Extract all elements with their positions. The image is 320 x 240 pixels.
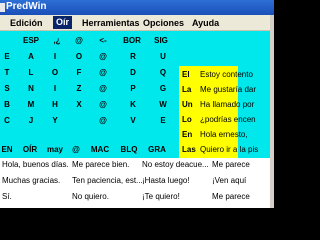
- menu-bar: Edición Oír Herramientas Opciones Ayuda: [0, 15, 274, 31]
- key-blq[interactable]: BLQ: [118, 143, 140, 156]
- phrase-quiero-ir[interactable]: Quiero ir a la pis: [200, 143, 258, 156]
- key-n[interactable]: N: [24, 82, 38, 95]
- key-z[interactable]: Z: [72, 82, 86, 95]
- phrase-cell[interactable]: Me parece: [212, 159, 250, 171]
- menu-opciones[interactable]: Opciones: [143, 17, 184, 29]
- key-esp[interactable]: ESP: [20, 34, 42, 47]
- phrase-cell[interactable]: Sí.: [2, 191, 12, 203]
- key-a[interactable]: A: [24, 50, 38, 63]
- word-en[interactable]: En: [182, 128, 192, 141]
- key-w[interactable]: W: [156, 98, 170, 111]
- phrase-table: Hola, buenos días. Me parece bien. No es…: [0, 158, 274, 208]
- key-q[interactable]: Q: [156, 66, 170, 79]
- phrase-cell[interactable]: ¡Ven aquí: [212, 175, 246, 187]
- key-at[interactable]: @: [70, 143, 82, 156]
- app-icon: [0, 3, 5, 12]
- phrase-cell[interactable]: ¡Te quiero!: [142, 191, 180, 203]
- key-c[interactable]: C: [0, 114, 14, 127]
- phrase-hola-ernesto[interactable]: Hola ernesto,: [200, 128, 248, 141]
- key-backspace[interactable]: <-: [96, 34, 110, 47]
- key-d[interactable]: D: [126, 66, 140, 79]
- phrase-cell[interactable]: No estoy deacue...: [142, 159, 209, 171]
- word-lo[interactable]: Lo: [182, 113, 192, 126]
- phrase-cell[interactable]: Muchas gracias.: [2, 175, 60, 187]
- key-sig[interactable]: SIG: [150, 34, 172, 47]
- word-la[interactable]: La: [182, 83, 191, 96]
- key-u[interactable]: U: [156, 50, 170, 63]
- key-o[interactable]: O: [72, 50, 86, 63]
- key-may[interactable]: may: [46, 143, 64, 156]
- key-at[interactable]: @: [96, 114, 110, 127]
- phrase-cell[interactable]: Me parece bien.: [72, 159, 129, 171]
- key-at[interactable]: @: [96, 82, 110, 95]
- key-r[interactable]: R: [126, 50, 140, 63]
- key-en[interactable]: EN: [0, 143, 14, 156]
- key-mac[interactable]: MAC: [88, 143, 112, 156]
- key-b[interactable]: B: [0, 98, 14, 111]
- title-bar: PredWin: [0, 0, 274, 15]
- key-p[interactable]: P: [126, 82, 140, 95]
- word-el[interactable]: El: [182, 68, 190, 81]
- key-o2[interactable]: O: [48, 66, 62, 79]
- key-h[interactable]: H: [48, 98, 62, 111]
- key-bor[interactable]: BOR: [120, 34, 144, 47]
- menu-edicion[interactable]: Edición: [10, 17, 43, 29]
- phrase-cell[interactable]: No quiero.: [72, 191, 109, 203]
- word-las[interactable]: Las: [182, 143, 196, 156]
- phrase-me-gustaria[interactable]: Me gustaría dar: [200, 83, 256, 96]
- menu-oir[interactable]: Oír: [53, 16, 73, 29]
- key-gra[interactable]: GRA: [146, 143, 168, 156]
- menu-herramientas[interactable]: Herramientas: [82, 17, 140, 29]
- key-e2[interactable]: E: [156, 114, 170, 127]
- key-k[interactable]: K: [126, 98, 140, 111]
- key-m[interactable]: M: [24, 98, 38, 111]
- key-punct[interactable]: ,¿: [48, 34, 66, 47]
- key-i2[interactable]: I: [48, 82, 62, 95]
- key-s[interactable]: S: [0, 82, 14, 95]
- key-at[interactable]: @: [96, 66, 110, 79]
- key-i[interactable]: I: [48, 50, 62, 63]
- key-y[interactable]: Y: [48, 114, 62, 127]
- phrase-podrias[interactable]: ¿podrías encen: [200, 113, 256, 126]
- key-j[interactable]: J: [24, 114, 38, 127]
- key-oir[interactable]: OÍR: [20, 143, 40, 156]
- window-title: PredWin: [6, 1, 47, 12]
- phrase-cell[interactable]: Hola, buenos días.: [2, 159, 69, 171]
- menu-ayuda[interactable]: Ayuda: [192, 17, 219, 29]
- phrase-estoy-contento[interactable]: Estoy contento: [200, 68, 253, 81]
- key-e[interactable]: E: [0, 50, 14, 63]
- key-f[interactable]: F: [72, 66, 86, 79]
- key-t[interactable]: T: [0, 66, 14, 79]
- key-at[interactable]: @: [96, 50, 110, 63]
- key-l[interactable]: L: [24, 66, 38, 79]
- scrollbar[interactable]: [270, 15, 274, 208]
- key-g[interactable]: G: [156, 82, 170, 95]
- key-at[interactable]: @: [96, 98, 110, 111]
- phrase-cell[interactable]: Me parece: [212, 191, 250, 203]
- word-un[interactable]: Un: [182, 98, 193, 111]
- phrase-ha-llamado[interactable]: Ha llamado por: [200, 98, 254, 111]
- key-x[interactable]: X: [72, 98, 86, 111]
- phrase-cell[interactable]: Ten paciencia, est...: [72, 175, 143, 187]
- key-v[interactable]: V: [126, 114, 140, 127]
- key-at[interactable]: @: [72, 34, 86, 47]
- phrase-cell[interactable]: ¡Hasta luego!: [142, 175, 190, 187]
